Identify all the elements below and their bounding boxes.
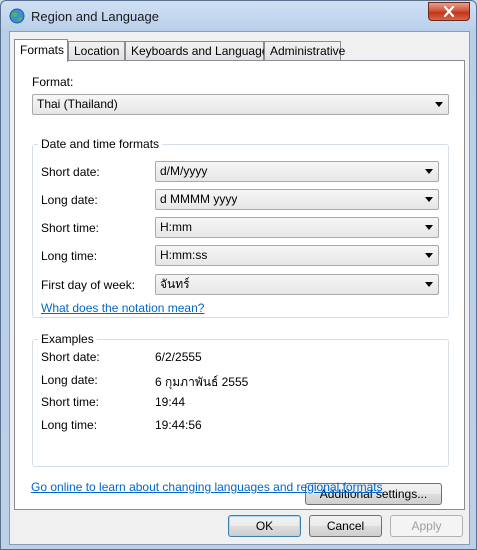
tab-administrative[interactable]: Administrative <box>264 41 345 60</box>
close-button[interactable] <box>428 2 470 21</box>
long-date-value: d MMMM yyyy <box>160 192 238 206</box>
cancel-button[interactable]: Cancel <box>309 515 382 537</box>
tab-location[interactable]: Location <box>68 41 125 60</box>
date-time-formats-group: Date and time formats Short date: d/M/yy… <box>32 137 449 318</box>
ok-button[interactable]: OK <box>228 515 301 537</box>
chevron-down-icon <box>425 225 433 230</box>
example-short-date-label: Short date: <box>41 350 100 364</box>
chevron-down-icon <box>425 197 433 202</box>
notation-help-link[interactable]: What does the notation mean? <box>41 301 204 315</box>
group-title-examples: Examples <box>38 332 97 346</box>
tab-keyboards-and-languages[interactable]: Keyboards and Languages <box>125 41 274 60</box>
format-label: Format: <box>32 75 74 89</box>
formats-panel: Format: Thai (Thailand) Date and time fo… <box>14 60 465 510</box>
first-day-of-week-label: First day of week: <box>41 278 136 292</box>
dialog-client-area: Formats Location Keyboards and Languages… <box>9 31 470 545</box>
short-date-label: Short date: <box>41 165 100 179</box>
format-value: Thai (Thailand) <box>37 97 118 111</box>
globe-icon <box>9 8 25 24</box>
first-day-of-week-value: จันทร์ <box>160 277 190 291</box>
long-time-label: Long time: <box>41 249 98 263</box>
example-short-date-value: 6/2/2555 <box>155 350 202 364</box>
chevron-down-icon <box>435 102 443 107</box>
example-long-date-value: 6 กุมภาพันธ์ 2555 <box>155 375 249 389</box>
short-date-dropdown[interactable]: d/M/yyyy <box>155 161 439 182</box>
group-title-date-time: Date and time formats <box>38 137 163 151</box>
long-time-value: H:mm:ss <box>160 248 208 262</box>
chevron-down-icon <box>425 169 433 174</box>
online-help-link[interactable]: Go online to learn about changing langua… <box>31 480 383 494</box>
example-short-time-label: Short time: <box>41 395 100 409</box>
short-time-label: Short time: <box>41 221 100 235</box>
examples-group: Examples Short date: 6/2/2555 Long date:… <box>32 332 449 467</box>
format-dropdown[interactable]: Thai (Thailand) <box>32 94 449 115</box>
short-time-value: H:mm <box>160 220 192 234</box>
apply-button[interactable]: Apply <box>390 515 463 537</box>
close-icon <box>443 6 455 17</box>
title-bar[interactable]: Region and Language <box>1 1 476 31</box>
example-long-time-label: Long time: <box>41 418 98 432</box>
region-language-window: Region and Language Formats Location Key… <box>0 0 477 550</box>
tab-formats[interactable]: Formats <box>14 39 68 62</box>
short-time-dropdown[interactable]: H:mm <box>155 217 439 238</box>
long-date-dropdown[interactable]: d MMMM yyyy <box>155 189 439 210</box>
example-long-time-value: 19:44:56 <box>155 418 202 432</box>
chevron-down-icon <box>425 282 433 287</box>
first-day-of-week-dropdown[interactable]: จันทร์ <box>155 274 439 295</box>
long-date-label: Long date: <box>41 193 98 207</box>
long-time-dropdown[interactable]: H:mm:ss <box>155 245 439 266</box>
short-date-value: d/M/yyyy <box>160 164 208 178</box>
window-title: Region and Language <box>31 9 159 24</box>
example-short-time-value: 19:44 <box>155 395 186 409</box>
chevron-down-icon <box>425 253 433 258</box>
example-long-date-label: Long date: <box>41 373 98 387</box>
